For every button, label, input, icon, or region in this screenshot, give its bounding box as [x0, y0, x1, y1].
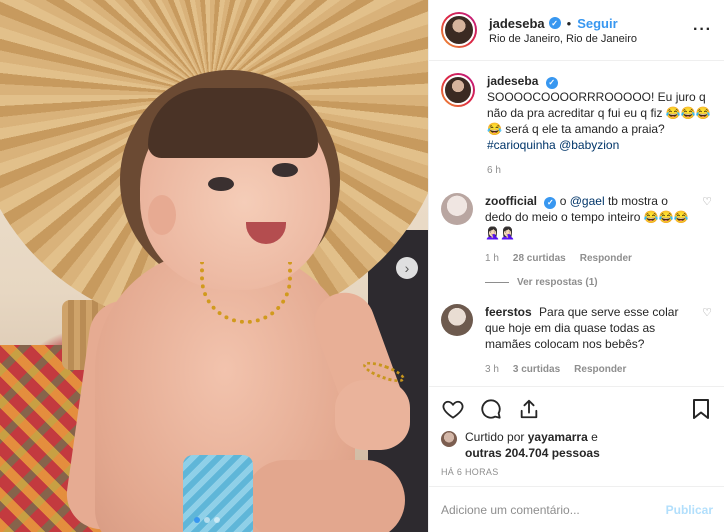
comment-like-heart-icon[interactable]: ♡	[702, 195, 712, 208]
carousel-dot-active	[194, 517, 200, 523]
comment-likes[interactable]: 3 curtidas	[513, 362, 560, 378]
author-avatar-ring[interactable]	[441, 12, 477, 48]
comments-list: jadeseba ✓ SOOOOCOOOORRROOOOO! Eu juro q…	[429, 61, 724, 381]
likes-count-link[interactable]: outras 204.704 pessoas	[465, 446, 600, 460]
baby-hair	[148, 88, 318, 158]
separator-dot: •	[566, 15, 572, 31]
more-options-icon[interactable]: ···	[693, 21, 712, 39]
likes-summary: Curtido por yayamarra e outras 204.704 p…	[441, 429, 713, 461]
caption-time[interactable]: 6 h	[487, 163, 501, 179]
posted-time[interactable]: HÁ 6 HORAS	[441, 467, 713, 477]
baby-ear	[148, 195, 176, 235]
likes-connector: e	[591, 430, 598, 444]
commenter-username[interactable]: feerstos	[485, 305, 532, 319]
author-row: jadeseba ✓ • Seguir	[489, 16, 693, 31]
caption-meta: 6 h	[487, 163, 712, 179]
caption-text: SOOOOCOOOORRROOOOO! Eu juro q não da pra…	[487, 90, 711, 136]
baby-hand	[335, 380, 410, 450]
follow-button[interactable]: Seguir	[577, 16, 617, 31]
add-comment-bar: Publicar	[429, 486, 724, 532]
action-icons	[441, 397, 713, 421]
post-location[interactable]: Rio de Janeiro, Rio de Janeiro	[489, 33, 693, 45]
caption-avatar-ring[interactable]	[441, 73, 475, 107]
likes-text: Curtido por yayamarra e outras 204.704 p…	[465, 429, 600, 461]
mention-link[interactable]: @gael	[570, 194, 605, 208]
commenter-username[interactable]: zoofficial	[485, 194, 537, 208]
author-info: jadeseba ✓ • Seguir Rio de Janeiro, Rio …	[489, 16, 693, 45]
next-arrow-icon: ›	[404, 260, 410, 276]
comment-item: zoofficial ✓ o @gael tb mostra o dedo do…	[441, 193, 712, 267]
commenter-avatar[interactable]	[441, 193, 473, 225]
bookmark-icon[interactable]	[689, 397, 713, 421]
replies-line	[485, 282, 509, 283]
view-replies-button[interactable]: Ver respostas (1)	[485, 277, 712, 288]
comment-likes[interactable]: 28 curtidas	[513, 251, 566, 267]
verified-icon: ✓	[545, 77, 558, 89]
caption-avatar[interactable]	[443, 75, 473, 105]
comment-like-heart-icon[interactable]: ♡	[702, 306, 712, 319]
carousel-dot	[214, 517, 220, 523]
post-actions: Curtido por yayamarra e outras 204.704 p…	[429, 386, 724, 477]
publish-button[interactable]: Publicar	[666, 503, 713, 517]
comment-meta: 1 h 28 curtidas Responder	[485, 251, 696, 267]
liker-avatar[interactable]	[441, 431, 457, 447]
author-avatar[interactable]	[443, 14, 475, 46]
caption-body: jadeseba ✓ SOOOOCOOOORRROOOOO! Eu juro q…	[487, 73, 712, 179]
heart-icon[interactable]	[441, 397, 465, 421]
reply-button[interactable]: Responder	[574, 362, 626, 378]
verified-icon: ✓	[548, 17, 561, 29]
caption-username[interactable]: jadeseba	[487, 74, 538, 88]
baby-leg	[245, 460, 405, 532]
verified-icon: ✓	[544, 197, 557, 209]
carousel-next-button[interactable]: ›	[396, 257, 418, 279]
first-liker-username[interactable]: yayamarra	[528, 430, 588, 444]
commenter-avatar[interactable]	[441, 304, 473, 336]
share-icon[interactable]	[517, 397, 541, 421]
comment-item: feerstos Para que serve esse colar que h…	[441, 304, 712, 378]
comment-icon[interactable]	[479, 397, 503, 421]
comment-body: feerstos Para que serve esse colar que h…	[485, 304, 696, 378]
post-photo[interactable]: ›	[0, 0, 428, 532]
comment-meta: 3 h 3 curtidas Responder	[485, 362, 696, 378]
carousel-dot	[204, 517, 210, 523]
author-username[interactable]: jadeseba	[489, 16, 545, 31]
post-header: jadeseba ✓ • Seguir Rio de Janeiro, Rio …	[429, 0, 724, 61]
hashtag-link[interactable]: #carioquinha	[487, 138, 556, 152]
baby-left-eye	[208, 177, 234, 191]
reply-button[interactable]: Responder	[580, 251, 632, 267]
comment-input[interactable]	[441, 502, 666, 517]
post-side-panel: jadeseba ✓ • Seguir Rio de Janeiro, Rio …	[428, 0, 724, 532]
carousel-indicator	[194, 517, 220, 523]
mention-link[interactable]: @babyzion	[559, 138, 619, 152]
comment-time[interactable]: 3 h	[485, 362, 499, 378]
comment-time[interactable]: 1 h	[485, 251, 499, 267]
post-caption: jadeseba ✓ SOOOOCOOOORRROOOOO! Eu juro q…	[441, 73, 712, 179]
view-replies-label[interactable]: Ver respostas (1)	[517, 277, 598, 288]
comment-prefix: o	[559, 194, 567, 208]
likes-prefix: Curtido por	[465, 430, 525, 444]
comment-body: zoofficial ✓ o @gael tb mostra o dedo do…	[485, 193, 696, 267]
baby-right-eye	[272, 163, 298, 177]
